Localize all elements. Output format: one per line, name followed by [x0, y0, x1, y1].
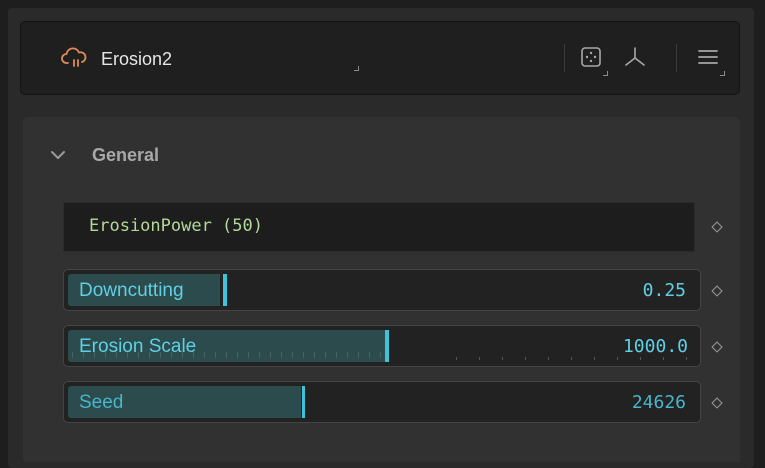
seed-slider[interactable]: Seed 24626	[63, 381, 701, 423]
group-title[interactable]: General	[92, 145, 159, 166]
node-header: Erosion2	[20, 21, 740, 95]
slider-handle[interactable]	[302, 386, 305, 418]
resize-corner-icon	[354, 66, 359, 71]
slider-label: Erosion Scale	[79, 336, 197, 357]
erosion-scale-slider[interactable]: Erosion Scale 1000.0	[63, 325, 701, 367]
slider-label: Seed	[79, 392, 124, 413]
slider-scale-ticks	[456, 357, 692, 360]
slider-value[interactable]: 24626	[632, 392, 686, 413]
axis-icon[interactable]	[622, 44, 648, 70]
header-divider	[676, 44, 677, 72]
slider-value[interactable]: 1000.0	[618, 336, 688, 357]
dropdown-corner-icon	[720, 71, 725, 76]
menu-icon[interactable]	[695, 44, 721, 70]
downcutting-slider[interactable]: Downcutting 0.25	[63, 269, 701, 311]
node-name-value: ErosionPower (50)	[89, 216, 263, 236]
chevron-down-icon[interactable]	[49, 147, 67, 163]
cloud-rain-icon	[61, 47, 87, 67]
dropdown-corner-icon	[603, 71, 608, 76]
slider-value[interactable]: 0.25	[643, 280, 686, 301]
slider-handle[interactable]	[385, 330, 389, 362]
grid-dots-icon[interactable]	[578, 44, 604, 70]
node-title[interactable]: Erosion2	[101, 49, 172, 70]
node-name-field[interactable]: ErosionPower (50)	[63, 202, 695, 252]
header-divider	[564, 44, 565, 72]
slider-handle[interactable]	[223, 274, 227, 306]
slider-label: Downcutting	[79, 280, 184, 301]
